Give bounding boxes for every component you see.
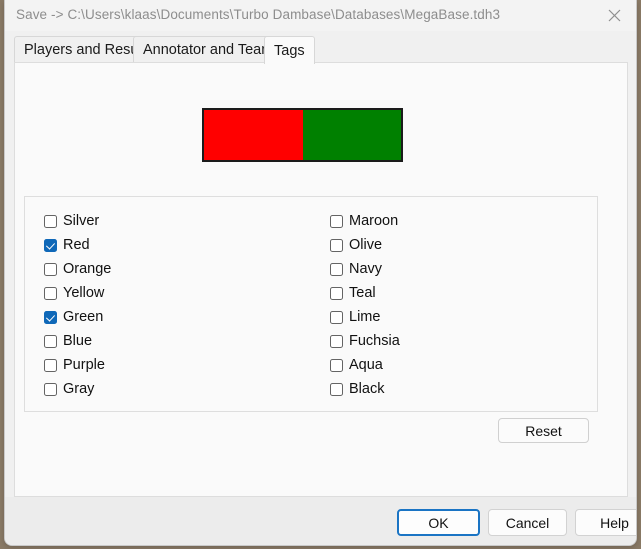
dialog-button-bar: OK Cancel Help — [5, 497, 636, 545]
tags-panel: Silver Red Orange Yellow Green Blue Purp… — [14, 62, 628, 497]
checkbox-row-lime[interactable]: Lime — [330, 305, 400, 329]
checkbox-label-purple: Purple — [63, 357, 105, 373]
tags-right-column: Maroon Olive Navy Teal Lime Fuchsia Aqua… — [330, 209, 400, 401]
swatch-color-2 — [302, 110, 401, 160]
checkbox-label-blue: Blue — [63, 333, 93, 349]
checkbox-row-maroon[interactable]: Maroon — [330, 209, 400, 233]
swatch-color-1 — [204, 110, 303, 160]
checkbox-label-silver: Silver — [63, 213, 100, 229]
checkbox-label-red: Red — [63, 237, 90, 253]
checkbox-row-teal[interactable]: Teal — [330, 281, 400, 305]
checkbox-green[interactable] — [44, 310, 57, 324]
checkbox-orange[interactable] — [44, 262, 57, 276]
checkbox-label-aqua: Aqua — [349, 357, 383, 373]
checkbox-row-gray[interactable]: Gray — [44, 377, 111, 401]
checkbox-label-navy: Navy — [349, 261, 383, 277]
checkbox-row-yellow[interactable]: Yellow — [44, 281, 111, 305]
checkbox-red[interactable] — [44, 238, 57, 252]
checkbox-gray[interactable] — [44, 382, 57, 396]
checkbox-teal[interactable] — [330, 286, 343, 300]
checkbox-label-yellow: Yellow — [63, 285, 105, 301]
checkbox-blue[interactable] — [44, 334, 57, 348]
ok-button[interactable]: OK — [397, 509, 480, 536]
checkbox-lime[interactable] — [330, 310, 343, 324]
checkbox-row-purple[interactable]: Purple — [44, 353, 111, 377]
checkbox-row-aqua[interactable]: Aqua — [330, 353, 400, 377]
window-title: Save -> C:\Users\klaas\Documents\Turbo D… — [16, 7, 501, 22]
checkbox-row-fuchsia[interactable]: Fuchsia — [330, 329, 400, 353]
checkbox-row-blue[interactable]: Blue — [44, 329, 111, 353]
checkbox-silver[interactable] — [44, 214, 57, 228]
tab-tags[interactable]: Tags — [264, 36, 315, 64]
checkbox-label-lime: Lime — [349, 309, 381, 325]
title-bar: Save -> C:\Users\klaas\Documents\Turbo D… — [5, 0, 636, 32]
checkbox-row-orange[interactable]: Orange — [44, 257, 111, 281]
save-dialog-window: Save -> C:\Users\klaas\Documents\Turbo D… — [4, 0, 637, 546]
close-icon[interactable] — [592, 0, 636, 31]
checkbox-yellow[interactable] — [44, 286, 57, 300]
checkbox-label-orange: Orange — [63, 261, 112, 277]
checkbox-navy[interactable] — [330, 262, 343, 276]
checkbox-label-maroon: Maroon — [349, 213, 399, 229]
checkbox-row-navy[interactable]: Navy — [330, 257, 400, 281]
tags-left-column: Silver Red Orange Yellow Green Blue Purp… — [44, 209, 111, 401]
checkbox-label-black: Black — [349, 381, 385, 397]
checkbox-label-green: Green — [63, 309, 104, 325]
tags-groupbox: Silver Red Orange Yellow Green Blue Purp… — [24, 196, 598, 412]
checkbox-row-green[interactable]: Green — [44, 305, 111, 329]
help-button[interactable]: Help — [575, 509, 636, 536]
checkbox-row-black[interactable]: Black — [330, 377, 400, 401]
color-preview-swatch — [202, 108, 403, 162]
reset-button[interactable]: Reset — [498, 418, 589, 443]
cancel-button[interactable]: Cancel — [488, 509, 567, 536]
checkbox-label-olive: Olive — [349, 237, 383, 253]
checkbox-label-gray: Gray — [63, 381, 95, 397]
checkbox-fuchsia[interactable] — [330, 334, 343, 348]
checkbox-purple[interactable] — [44, 358, 57, 372]
checkbox-aqua[interactable] — [330, 358, 343, 372]
checkbox-label-teal: Teal — [349, 285, 376, 301]
checkbox-olive[interactable] — [330, 238, 343, 252]
checkbox-black[interactable] — [330, 382, 343, 396]
checkbox-row-red[interactable]: Red — [44, 233, 111, 257]
tab-strip: Players and Result Annotator and Teams T… — [5, 31, 636, 64]
checkbox-maroon[interactable] — [330, 214, 343, 228]
checkbox-label-fuchsia: Fuchsia — [349, 333, 400, 349]
checkbox-row-olive[interactable]: Olive — [330, 233, 400, 257]
checkbox-row-silver[interactable]: Silver — [44, 209, 111, 233]
